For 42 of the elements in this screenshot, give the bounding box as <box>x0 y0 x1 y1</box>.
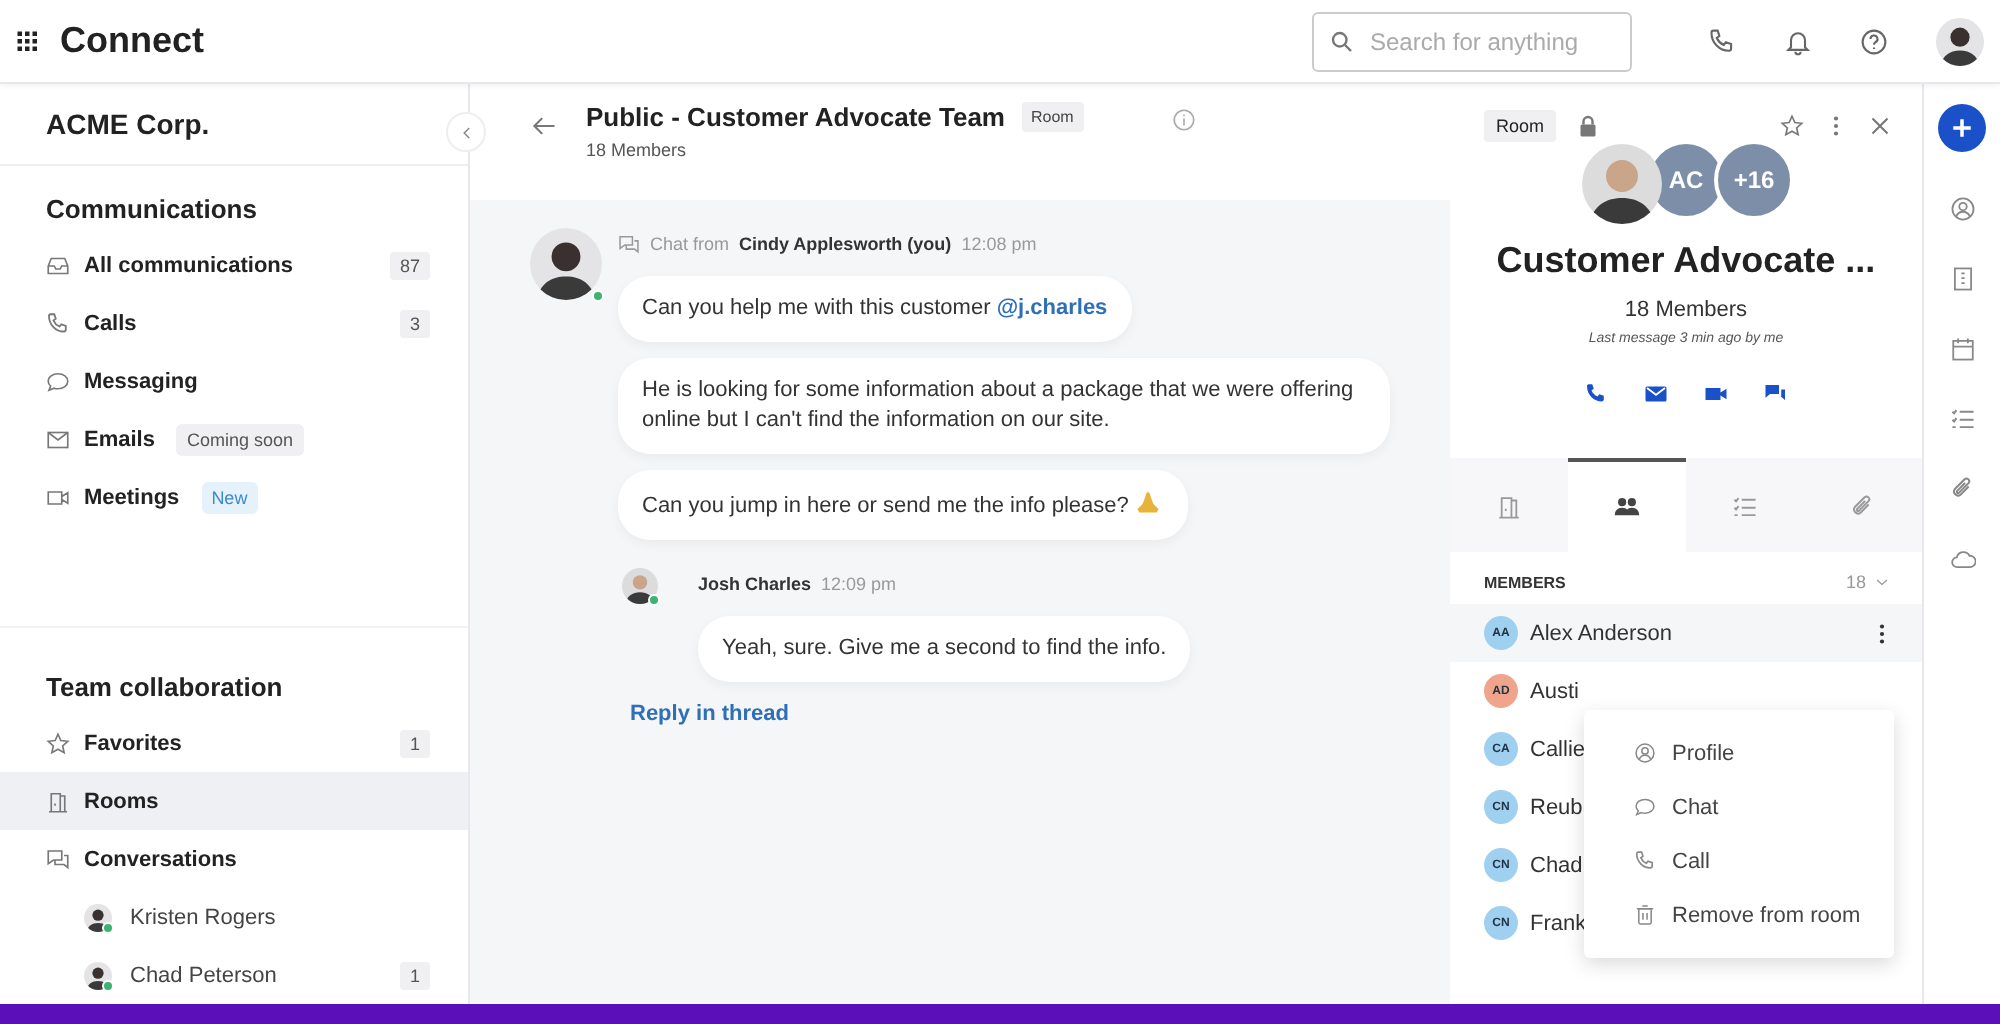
chat-title: Public - Customer Advocate Team <box>586 102 1005 132</box>
room-tag: Room <box>1484 110 1557 142</box>
app-title: Connect <box>60 20 206 62</box>
message-bubble: Can you help me with this customer @j.charles <box>618 276 1132 342</box>
member-name: Frank <box>1530 911 1587 935</box>
message-bubble: He is looking for some information about a package that we were offering online but I can't find the information on our site. <box>618 358 1390 454</box>
member-name: Chad <box>1530 853 1583 877</box>
section-title: Communications <box>44 194 259 228</box>
room-tag: Room <box>1021 102 1084 132</box>
sender-name: Josh Charles <box>698 574 812 594</box>
section-title: Team collaboration <box>44 672 285 706</box>
item-label: Rooms <box>84 789 159 813</box>
more-members-avatar: +16 <box>1714 140 1794 220</box>
item-label: All communications <box>84 253 294 277</box>
member-name: Callie <box>1530 737 1586 761</box>
member-name: Alex Anderson <box>1530 621 1672 645</box>
room-title: Customer Advocate ... <box>1494 240 1878 282</box>
item-label: Messaging <box>84 369 198 393</box>
item-label: Calls <box>84 311 137 335</box>
contact-name: Kristen Rogers <box>130 905 276 929</box>
message-time: 12:09 pm <box>821 574 897 594</box>
message-time: 12:08 pm <box>961 234 1037 254</box>
message-bubble: Yeah, sure. Give me a second to find the info. <box>698 616 1191 682</box>
item-label: Favorites <box>84 731 182 755</box>
count-badge: 87 <box>389 251 430 279</box>
count-badge: 1 <box>399 729 430 757</box>
message-bubble: Can you jump in here or send me the info please? <box>618 470 1189 540</box>
contact-name: Chad Peterson <box>130 963 277 987</box>
status-tag: New <box>201 481 258 513</box>
item-label: Conversations <box>84 847 237 871</box>
status-tag: Coming soon <box>176 423 303 455</box>
member-count: 18 Members <box>1622 298 1750 322</box>
item-label: Emails <box>84 427 155 451</box>
sender-name: Cindy Applesworth (you) <box>739 234 952 254</box>
message-source: Chat from <box>650 234 730 254</box>
count-badge: 3 <box>399 309 430 337</box>
members-heading: MEMBERS <box>1484 573 1566 591</box>
member-name: Reub <box>1530 795 1583 819</box>
member-name: Austi <box>1530 679 1579 703</box>
count-badge: 1 <box>399 961 430 989</box>
item-label: Meetings <box>84 485 180 509</box>
member-count: 18 Members <box>586 140 689 160</box>
